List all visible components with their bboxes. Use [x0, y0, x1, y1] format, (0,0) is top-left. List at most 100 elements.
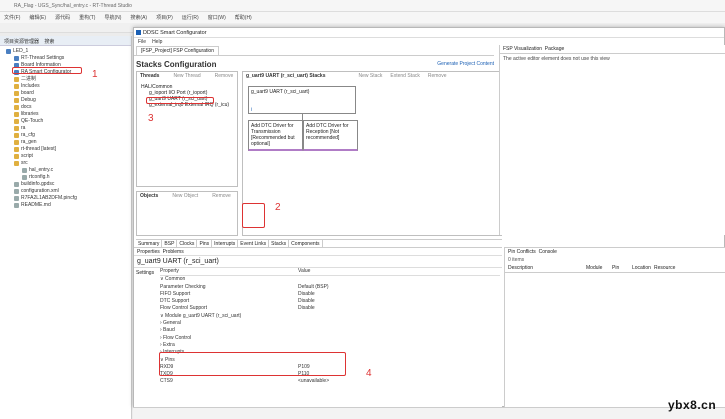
ide-menu-item[interactable]: 导航(N) [104, 15, 121, 21]
tree-item[interactable]: libraries [6, 111, 131, 118]
tree-item[interactable]: rt-thread [latest] [6, 146, 131, 153]
tree-item[interactable]: Debug [6, 97, 131, 104]
tab-console[interactable]: Console [539, 249, 557, 255]
remove-stack-button[interactable]: Remove [428, 73, 447, 80]
settings-tab[interactable]: Settings [136, 270, 154, 276]
property-row[interactable]: › Baud [160, 327, 500, 334]
extend-stack-button[interactable]: Extend Stack [390, 73, 419, 80]
tree-item[interactable]: hal_entry.c [6, 167, 131, 174]
tree-item[interactable]: Includes [6, 83, 131, 90]
tree-item[interactable]: R7FA2L1AB2DFM.pincfg [6, 195, 131, 202]
folder-icon [14, 140, 19, 145]
tree-item[interactable]: 二进制 [6, 76, 131, 83]
pin-conflicts-pane: Pin Conflicts Console 0 items Descriptio… [504, 247, 725, 407]
remove-object-button[interactable]: Remove [212, 193, 231, 200]
tree-item[interactable]: README.md [6, 202, 131, 209]
ide-menu-item[interactable]: 文件(F) [4, 15, 20, 21]
tree-item[interactable]: LED_1 [6, 48, 131, 55]
property-row[interactable]: DTC Support Disable [160, 298, 500, 305]
property-name: CTS9 [160, 378, 173, 385]
tree-item-label: README.md [21, 202, 51, 208]
generate-project-content-link[interactable]: Generate Project Content [404, 61, 494, 67]
new-thread-button[interactable]: New Thread [173, 73, 200, 80]
tree-item-label: 二进制 [21, 76, 37, 82]
tree-item-label: ra_cfg [21, 132, 35, 138]
annotation-number-4: 4 [366, 368, 372, 379]
settings-icon [6, 49, 11, 54]
menu-file[interactable]: File [138, 39, 146, 45]
tree-item[interactable]: ra_gen [6, 139, 131, 146]
tab-project-explorer[interactable]: 项目资源管理器 [4, 39, 39, 45]
ide-menu-item[interactable]: 搜索(A) [130, 15, 147, 21]
conflicts-count: 0 items [508, 257, 525, 263]
ide-title-bar: RA_Flag - UGS_Sync/hal_entry.c - RT-Thre… [0, 0, 725, 12]
tree-item-label: QE-Touch [21, 118, 44, 124]
stacks-pane-header: g_uart9 UART (r_sci_uart) Stacks New Stac… [246, 73, 447, 80]
property-name: Parameter Checking [160, 283, 206, 290]
tab-pin-conflicts[interactable]: Pin Conflicts [508, 249, 536, 255]
watermark: ybx8.cn [668, 398, 717, 412]
property-row[interactable]: › Flow Control [160, 335, 500, 342]
module-uart9[interactable]: g_uart9 UART (r_sci_uart) i [248, 86, 356, 114]
property-row[interactable]: › General [160, 320, 500, 327]
folder-icon [14, 161, 19, 166]
ide-menu-item[interactable]: 窗口(W) [208, 15, 226, 21]
tree-item[interactable]: script [6, 153, 131, 160]
ide-menu-item[interactable]: 源代码 [55, 15, 70, 21]
conflicts-column-header: Resource [654, 265, 676, 271]
ide-title: RA_Flag - UGS_Sync/hal_entry.c - RT-Thre… [14, 3, 132, 9]
ide-menu-item[interactable]: 重构(T) [79, 15, 95, 21]
ide-menubar: 文件(F) 编辑(E) 源代码 重构(T) 导航(N) 搜索(A) 项目(P) 运行(R) 窗口… [0, 12, 725, 23]
module-dtc-reception[interactable]: Add DTC Driver for Reception [Not recomm… [303, 120, 358, 151]
tab-fsp-configuration[interactable]: [FSP_Project] FSP Configuration [136, 46, 219, 55]
ide-menu-item[interactable]: 帮助(H) [235, 15, 252, 21]
tab-search[interactable]: 搜索 [44, 39, 54, 45]
ide-menu-item[interactable]: 编辑(E) [29, 15, 46, 21]
tab-package[interactable]: Package [545, 46, 564, 52]
property-name: FIFO Support [160, 290, 191, 297]
tree-item-label: ra [21, 125, 26, 131]
app-icon [136, 30, 141, 35]
property-name: ∨ Common [160, 276, 186, 283]
property-name: ∨ Module g_uart9 UART (r_sci_uart) [160, 312, 242, 319]
tree-item[interactable]: ra [6, 125, 131, 132]
tree-item-label: src [21, 160, 28, 166]
tree-item[interactable]: configuration.xml [6, 188, 131, 195]
property-row[interactable]: ∨ Module g_uart9 UART (r_sci_uart) [160, 313, 500, 320]
menu-help[interactable]: Help [152, 39, 162, 45]
tree-item[interactable]: ra_cfg [6, 132, 131, 139]
tree-item[interactable]: RT-Thread Settings [6, 55, 131, 62]
property-row[interactable]: › Extra [160, 342, 500, 349]
tree-item-label: Includes [21, 83, 40, 89]
new-object-button[interactable]: New Object [172, 193, 198, 200]
property-name: › Flow Control [160, 334, 192, 341]
tree-item[interactable]: rtconfig.h [6, 174, 131, 181]
remove-thread-button[interactable]: Remove [215, 73, 234, 80]
tree-item-label: configuration.xml [21, 188, 59, 194]
objects-header: Objects New Object Remove [140, 193, 231, 200]
property-row[interactable]: Flow Control Support Disable [160, 305, 500, 312]
tree-item-label: script [21, 153, 33, 159]
property-row[interactable]: ∨ Common [160, 276, 500, 283]
annotation-box-2 [242, 203, 265, 228]
tree-item[interactable]: QE-Touch [6, 118, 131, 125]
property-row[interactable]: FIFO Support Disable [160, 291, 500, 298]
property-row[interactable]: CTS9 <unavailable> [160, 378, 500, 385]
tree-item[interactable]: buildinfo.gpdsc [6, 181, 131, 188]
tree-item[interactable]: board [6, 90, 131, 97]
ide-menu-item[interactable]: 运行(R) [182, 15, 199, 21]
tab-problems[interactable]: Problems [163, 249, 184, 255]
window-title-bar: DDSC Smart Configurator [134, 28, 724, 38]
tree-item-label: ra_gen [21, 139, 37, 145]
tree-item[interactable]: docs [6, 104, 131, 111]
new-stack-button[interactable]: New Stack [358, 73, 382, 80]
module-dtc-transmission[interactable]: Add DTC Driver for Transmission [Recomme… [248, 120, 303, 151]
stacks-pane: g_uart9 UART (r_sci_uart) Stacks New Stac… [242, 71, 502, 236]
tree-item-label: hal_entry.c [29, 167, 54, 173]
tab-properties[interactable]: Properties [137, 249, 160, 255]
tab-fsp-visualization[interactable]: FSP Visualization [503, 46, 542, 52]
ide-menu-item[interactable]: 项目(P) [156, 15, 173, 21]
tree-item[interactable]: src [6, 160, 131, 167]
property-row[interactable]: Parameter Checking Default (BSP) [160, 284, 500, 291]
threads-pane: Threads New Thread Remove HAL/Common g_iop… [136, 71, 238, 187]
